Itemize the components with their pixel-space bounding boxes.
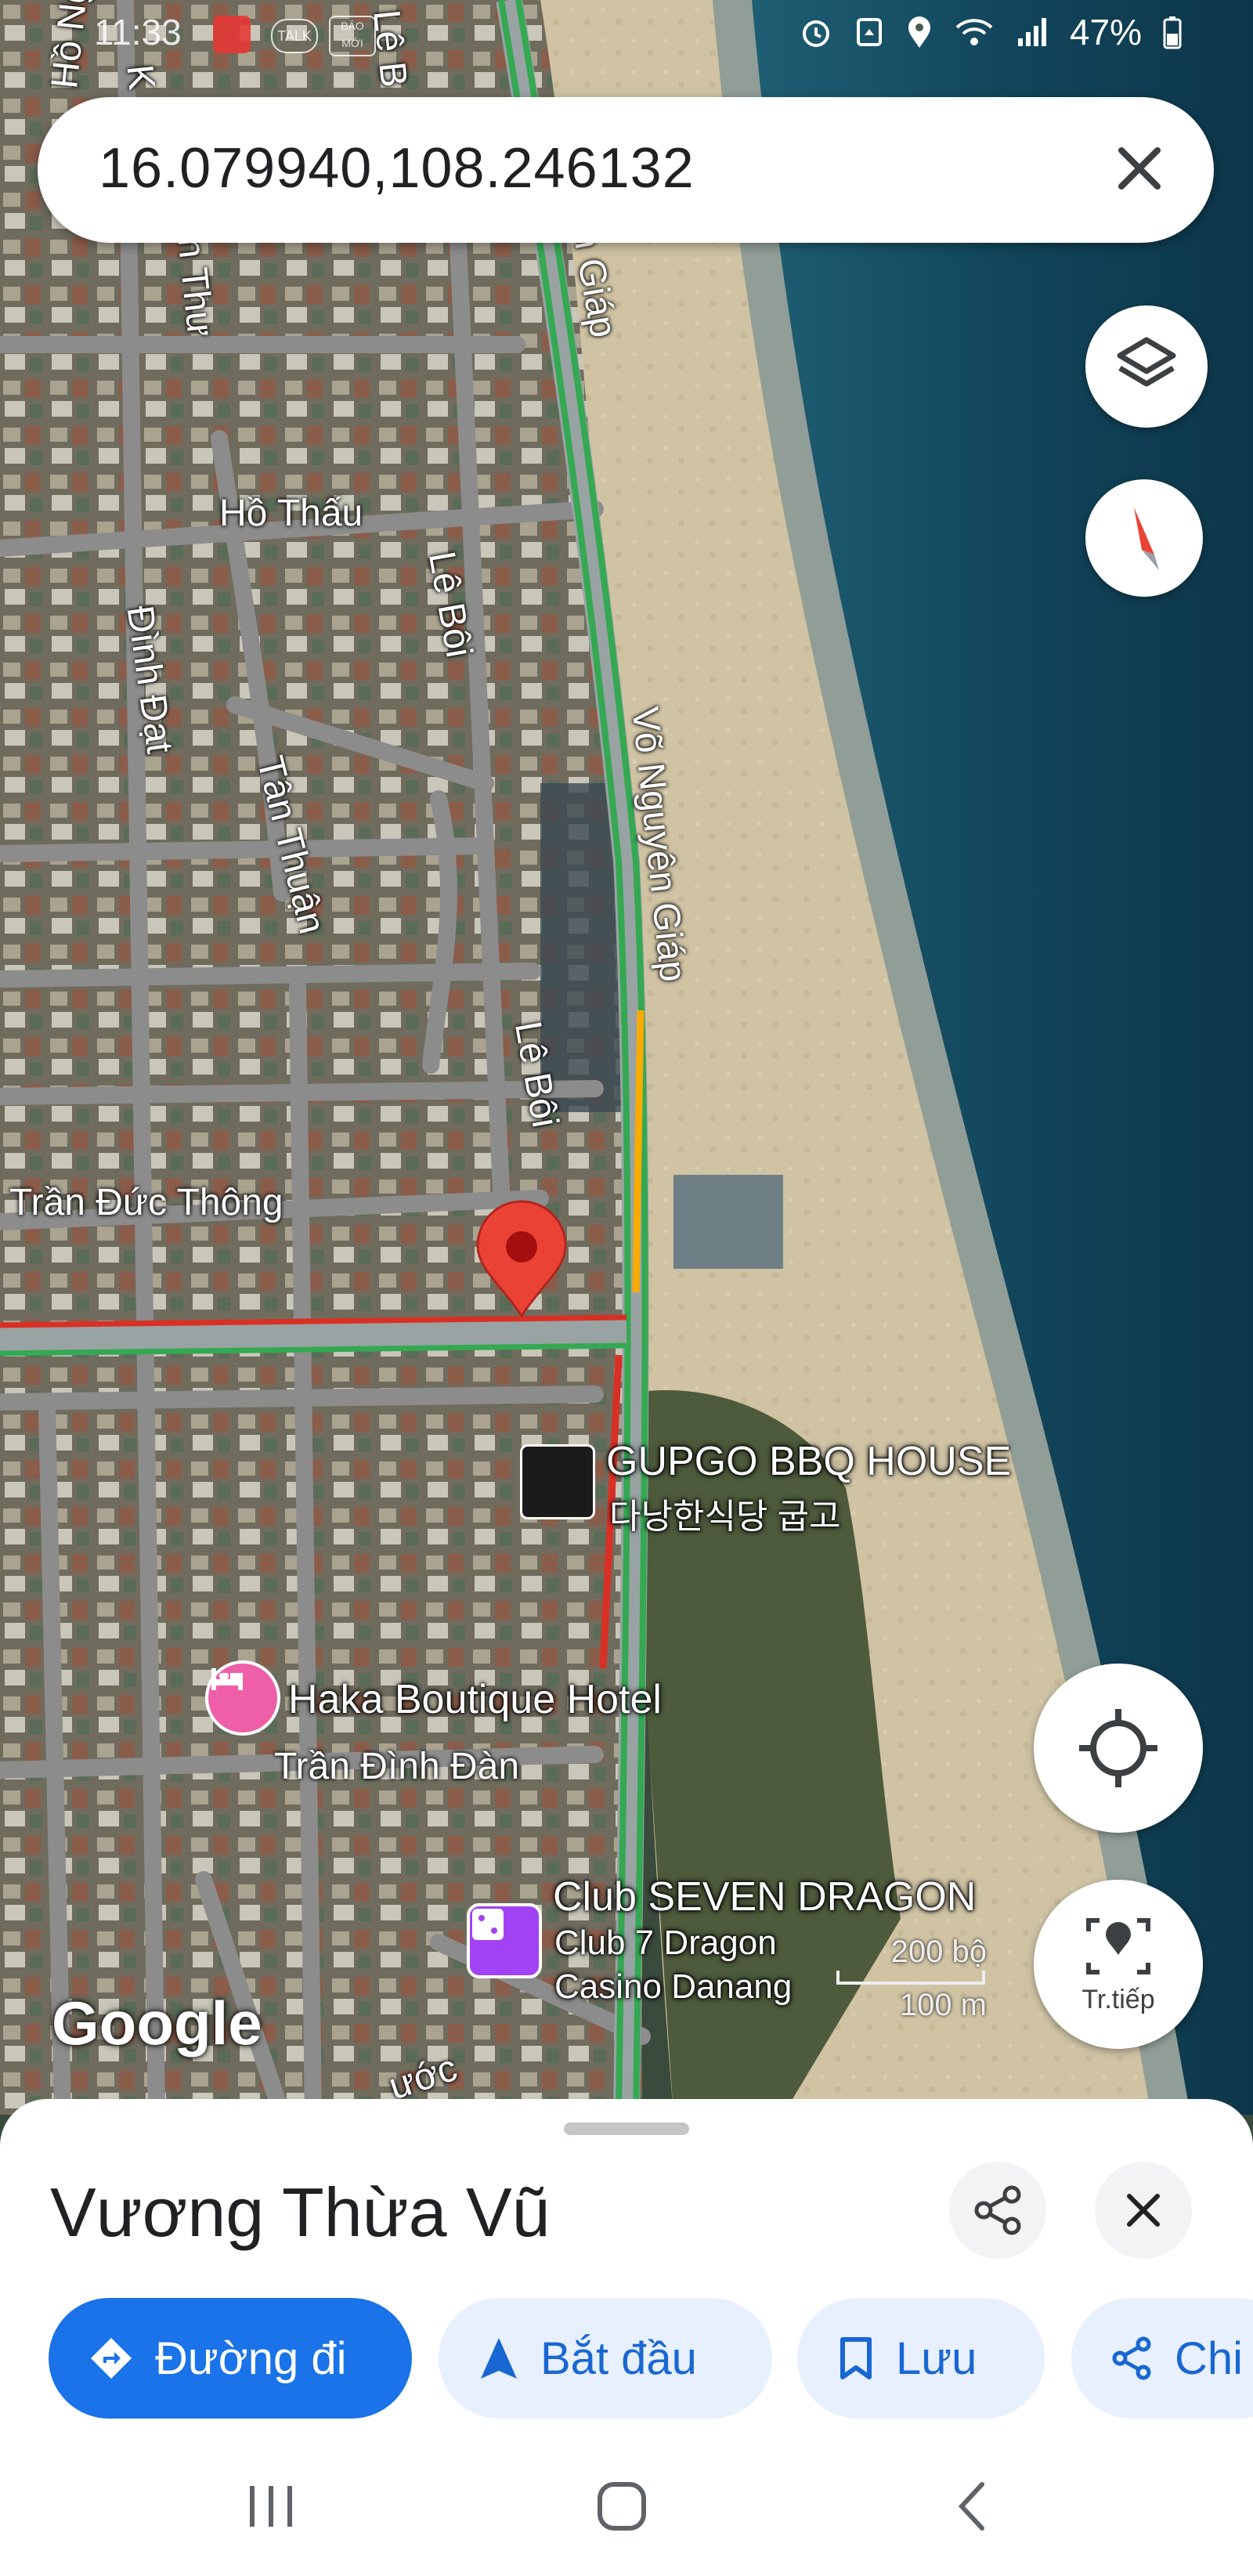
scale-bar: 200 bộ 100 m: [830, 1935, 987, 2036]
share-chip-label: Chi: [1175, 2332, 1244, 2384]
restaurant-logo-icon[interactable]: [520, 1444, 595, 1519]
bookmark-icon: [840, 2337, 872, 2379]
directions-label: Đường đi: [155, 2332, 347, 2384]
continue-button[interactable]: Tr.tiếp: [1034, 1880, 1203, 2049]
street-label-tran-dinh-dan: Trần Đình Đàn: [274, 1746, 520, 1787]
save-button[interactable]: Lưu: [797, 2298, 1045, 2419]
system-nav-bar: [0, 2436, 1253, 2576]
layers-icon: [1117, 337, 1176, 387]
signal-icon: [1017, 18, 1046, 46]
battery-icon: [1163, 16, 1182, 49]
share-chip-button[interactable]: Chi: [1071, 2298, 1253, 2419]
layers-button[interactable]: [1085, 305, 1208, 428]
share-chip-icon: [1112, 2336, 1151, 2380]
location-focus-icon: [1086, 1918, 1150, 1974]
poi-seven-dragon-subtitle-2: Casino Danang: [554, 1967, 793, 2006]
location-icon: [908, 16, 930, 48]
close-icon: [1127, 2194, 1160, 2227]
continue-label: Tr.tiếp: [1081, 1985, 1155, 2014]
news-notification-icon: BÁO MỚI: [329, 16, 376, 56]
scale-metric: 100 m: [899, 1988, 987, 2022]
status-right-icons: 47%: [799, 11, 1183, 53]
search-bar[interactable]: 16.079940,108.246132: [38, 97, 1214, 243]
clear-search-icon[interactable]: [1104, 133, 1175, 204]
poi-seven-dragon-name[interactable]: Club SEVEN DRAGON: [553, 1873, 976, 1920]
street-label-ho-thau: Hồ Thấu: [219, 493, 363, 534]
google-logo: Google: [52, 1989, 262, 2058]
my-location-button[interactable]: [1034, 1664, 1203, 1833]
talk-notification-icon: TALK: [271, 19, 318, 53]
alarm-icon: [802, 20, 829, 47]
place-title: Vương Thừa Vũ: [50, 2173, 551, 2251]
share-button[interactable]: [949, 2162, 1046, 2259]
wifi-icon: [955, 19, 993, 45]
drag-handle[interactable]: [564, 2123, 689, 2135]
status-time: 11:33: [94, 12, 182, 52]
back-icon[interactable]: [943, 2475, 1006, 2538]
start-label: Bắt đầu: [540, 2332, 697, 2384]
home-icon[interactable]: [590, 2475, 653, 2538]
battery-percent: 47%: [1069, 12, 1142, 52]
crosshair-icon: [1079, 1709, 1157, 1787]
directions-icon: [91, 2338, 132, 2379]
compass-button[interactable]: [1085, 479, 1203, 597]
save-label: Lưu: [896, 2332, 977, 2384]
share-icon: [974, 2185, 1021, 2235]
notification-app-icon: [213, 16, 251, 53]
start-button[interactable]: Bắt đầu: [439, 2298, 772, 2419]
recent-apps-icon[interactable]: [240, 2475, 302, 2538]
search-query[interactable]: 16.079940,108.246132: [99, 136, 695, 201]
street-label-tran-duc-thong: Trần Đức Thông: [9, 1182, 283, 1223]
poi-gupgo-subtitle: 다낭한식당 굽고: [609, 1498, 841, 1536]
poi-seven-dragon-subtitle-1: Club 7 Dragon: [554, 1924, 777, 1962]
hotel-icon[interactable]: [205, 1660, 280, 1736]
poi-gupgo-name[interactable]: GUPGO BBQ HOUSE: [606, 1438, 1011, 1485]
navigation-arrow-icon: [481, 2338, 517, 2379]
poi-haka-name[interactable]: Haka Boutique Hotel: [288, 1676, 662, 1723]
directions-button[interactable]: Đường đi: [49, 2298, 412, 2419]
casino-icon[interactable]: [467, 1903, 542, 1978]
compass-icon: [1134, 508, 1159, 570]
close-sheet-button[interactable]: [1095, 2162, 1192, 2259]
status-bar: 11:33 TALK BÁO MỚI 47%: [0, 0, 1253, 78]
recycle-icon: [856, 18, 882, 46]
